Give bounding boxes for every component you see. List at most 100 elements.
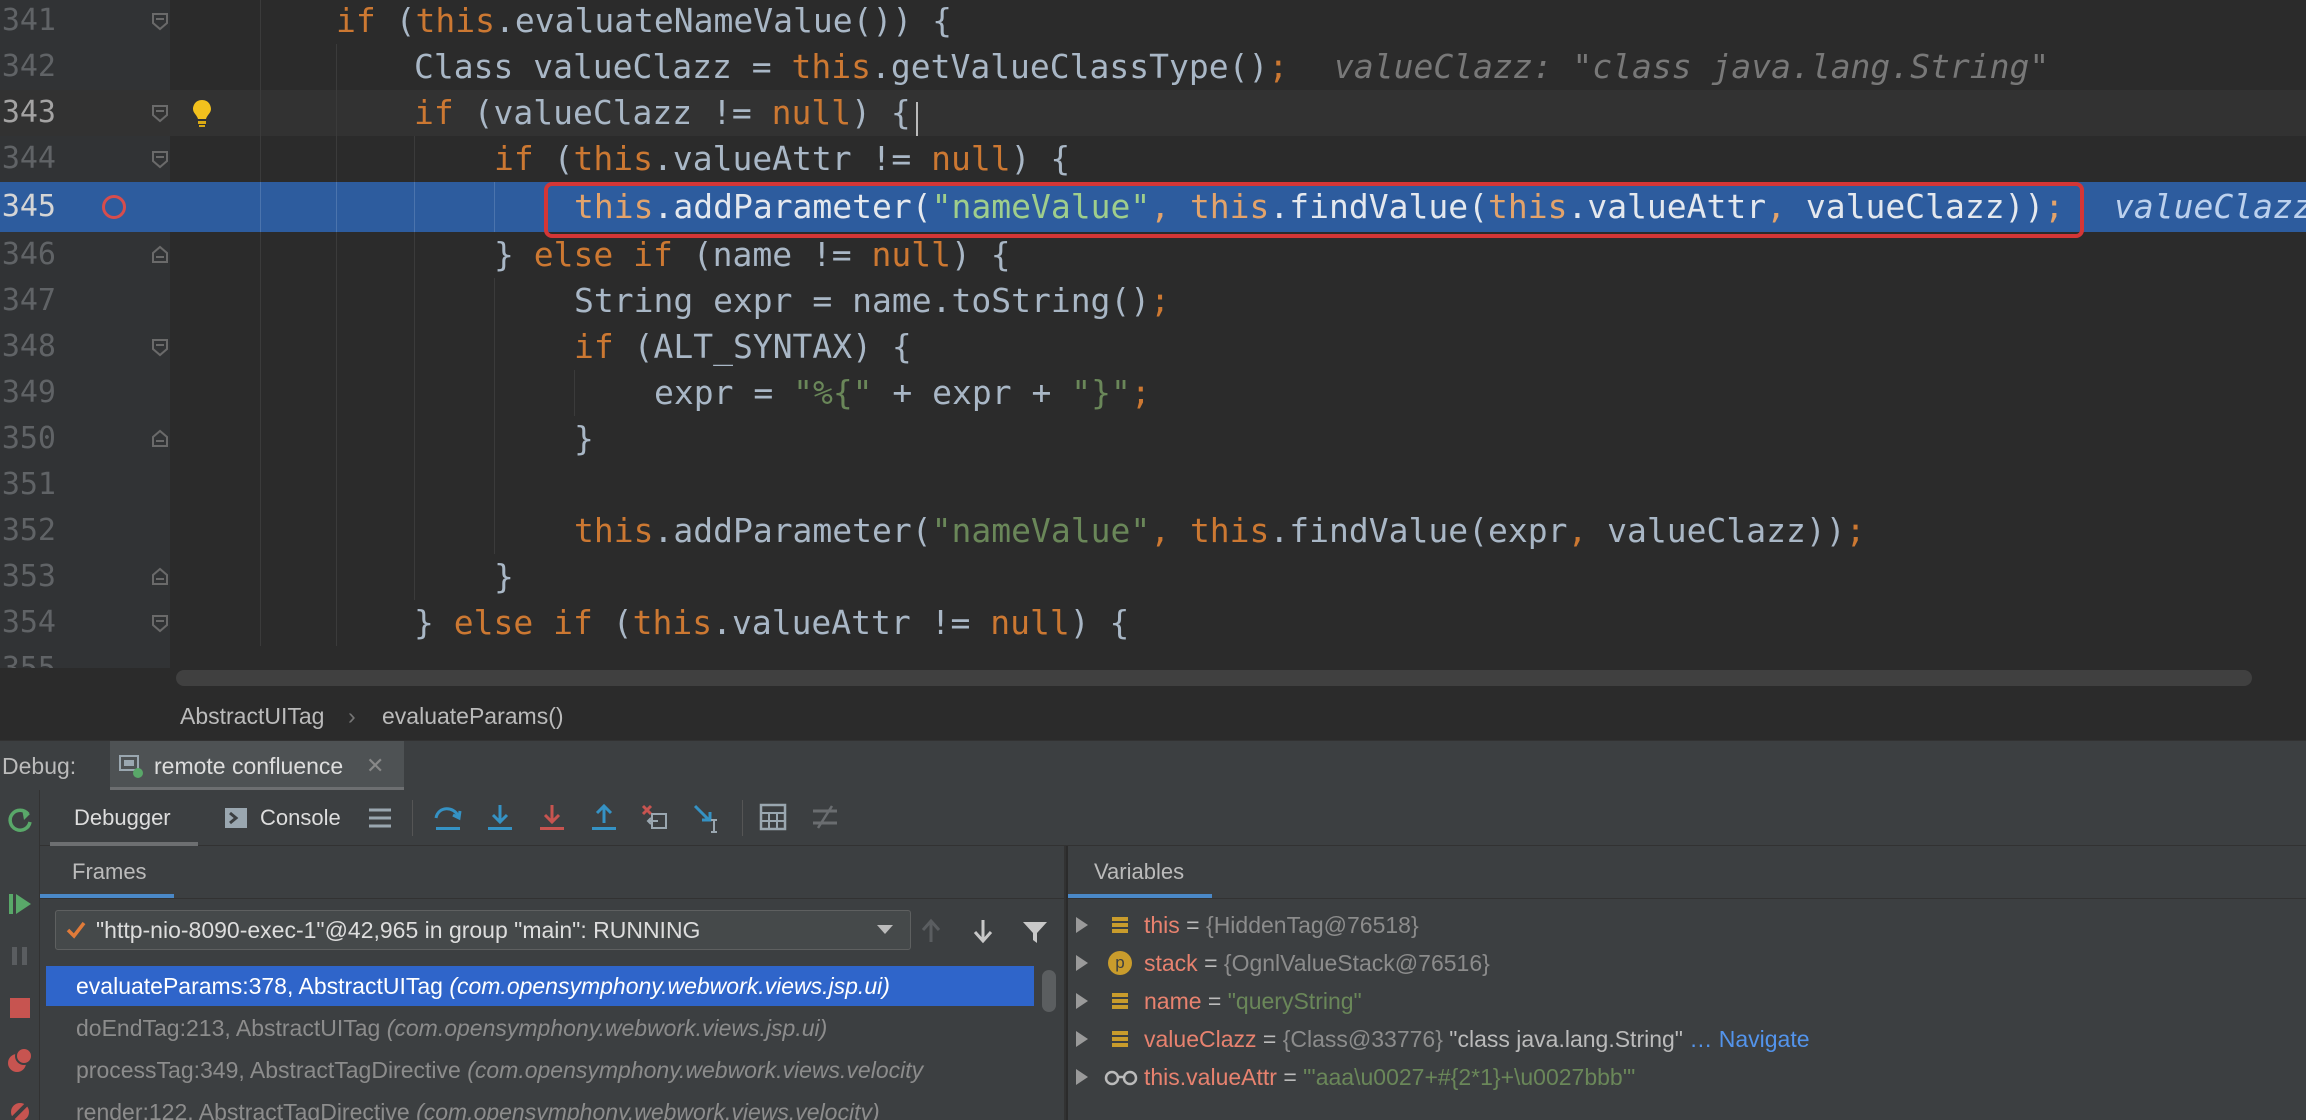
variable-row[interactable]: p stack = {OgnlValueStack@76516} (1068, 944, 2306, 982)
frames-tab[interactable]: Frames (40, 846, 174, 898)
expand-arrow-icon[interactable] (1076, 1069, 1088, 1085)
step-out-icon[interactable] (588, 802, 620, 834)
drop-frame-icon[interactable] (640, 802, 672, 834)
code-line[interactable]: 347 String expr = name.toString(); (0, 278, 2306, 324)
code-line[interactable]: 350 } (0, 416, 2306, 462)
fold-open-icon[interactable] (150, 103, 170, 123)
force-step-into-icon[interactable] (536, 802, 568, 834)
debug-label: Debug: (2, 753, 77, 779)
breakpoint-icon[interactable] (102, 195, 126, 219)
frames-scrollbar[interactable] (1042, 970, 1056, 1012)
pause-icon[interactable] (6, 942, 34, 970)
code-line[interactable]: 353 } (0, 554, 2306, 600)
code-text: } else if (this.valueAttr != null) { (414, 603, 1130, 642)
fold-close-icon[interactable] (150, 245, 170, 265)
variable-row[interactable]: this = {HiddenTag@76518} (1068, 906, 2306, 944)
expand-arrow-icon[interactable] (1076, 1031, 1088, 1047)
frames-panel: Frames "http-nio-8090-exec-1"@42,965 in … (40, 846, 1066, 1120)
code-text: this.addParameter("nameValue", this.find… (574, 511, 1866, 550)
variable-row[interactable]: name = "queryString" (1068, 982, 2306, 1020)
frame-row[interactable]: render:122, AbstractTagDirective (com.op… (46, 1092, 1034, 1120)
check-icon (66, 921, 86, 939)
expand-arrow-icon[interactable] (1076, 917, 1088, 933)
resume-icon[interactable] (6, 890, 34, 918)
code-line[interactable]: 341 if (this.evaluateNameValue()) { (0, 0, 2306, 44)
code-line[interactable]: 349 expr = "%{" + expr + "}"; (0, 370, 2306, 416)
fold-close-icon[interactable] (150, 429, 170, 449)
line-number: 341 (1, 3, 56, 38)
breadcrumb-method[interactable]: evaluateParams() (382, 692, 564, 740)
line-number: 347 (1, 283, 56, 318)
frame-row[interactable]: evaluateParams:378, AbstractUITag (com.o… (46, 966, 1034, 1006)
code-editor[interactable]: 341 if (this.evaluateNameValue()) { 342 … (0, 0, 2306, 668)
code-line[interactable]: 354 } else if (this.valueAttr != null) { (0, 600, 2306, 646)
view-breakpoints-icon[interactable] (6, 1046, 34, 1074)
line-number: 354 (1, 605, 56, 640)
frame-row[interactable]: processTag:349, AbstractTagDirective (co… (46, 1050, 1034, 1090)
session-name: remote confluence (154, 753, 344, 779)
previous-frame-icon[interactable] (920, 918, 942, 944)
field-icon (1112, 993, 1128, 1009)
code-text: } (494, 557, 514, 596)
evaluate-expression-icon[interactable] (758, 802, 788, 832)
navigate-link[interactable]: … Navigate (1683, 1026, 1809, 1052)
run-to-cursor-icon[interactable] (692, 802, 724, 834)
stop-icon[interactable] (6, 994, 34, 1022)
mute-breakpoints-icon[interactable] (6, 1096, 34, 1120)
tab-debugger[interactable]: Debugger (50, 790, 198, 846)
close-tab-icon[interactable]: ✕ (366, 741, 384, 791)
fold-open-icon[interactable] (150, 337, 170, 357)
variable-row[interactable]: this.valueAttr = "'aaa\u0027+#{2*1}+\u00… (1068, 1058, 2306, 1096)
variables-tab[interactable]: Variables (1068, 846, 1212, 898)
field-icon (1112, 1031, 1128, 1047)
fold-open-icon[interactable] (150, 613, 170, 633)
debug-toolbar: Debugger Console (0, 790, 2306, 846)
menu-lines-icon[interactable] (366, 804, 394, 832)
code-text: if (this.valueAttr != null) { (494, 139, 1071, 178)
thread-selector[interactable]: "http-nio-8090-exec-1"@42,965 in group "… (55, 910, 911, 950)
code-line[interactable]: 346 } else if (name != null) { (0, 232, 2306, 278)
code-line[interactable]: 351 (0, 462, 2306, 508)
next-frame-icon[interactable] (972, 918, 994, 944)
filter-icon[interactable] (1022, 920, 1048, 944)
tab-console[interactable]: Console (220, 790, 350, 846)
line-number: 345 (1, 189, 56, 224)
code-text: expr = "%{" + expr + "}"; (654, 373, 1151, 412)
fold-close-icon[interactable] (150, 567, 170, 587)
chevron-down-icon (877, 925, 893, 934)
code-line-current[interactable]: 343 if (valueClazz != null) { (0, 90, 2306, 136)
code-text: if (valueClazz != null) { (414, 93, 911, 132)
code-line[interactable]: 352 this.addParameter("nameValue", this.… (0, 508, 2306, 554)
fold-open-icon[interactable] (150, 149, 170, 169)
inline-debug-value: valueClazz (2114, 187, 2306, 226)
console-icon (225, 808, 247, 828)
fold-open-icon[interactable] (150, 11, 170, 31)
trace-icon[interactable] (810, 802, 840, 832)
line-number: 344 (1, 141, 56, 176)
editor-horizontal-scrollbar[interactable] (176, 670, 2252, 686)
parameter-icon: p (1108, 951, 1132, 975)
code-line[interactable]: 342 Class valueClazz = this.getValueClas… (0, 44, 2306, 90)
code-line[interactable]: 355 (0, 646, 2306, 668)
expand-arrow-icon[interactable] (1076, 993, 1088, 1009)
line-number: 350 (1, 421, 56, 456)
code-text: if (this.evaluateNameValue()) { (336, 1, 952, 40)
breadcrumb-separator: › (348, 703, 356, 729)
line-number: 353 (1, 559, 56, 594)
expand-arrow-icon[interactable] (1076, 955, 1088, 971)
step-into-icon[interactable] (484, 802, 516, 834)
rerun-icon[interactable] (6, 806, 34, 834)
variable-row[interactable]: valueClazz = {Class@33776} "class java.l… (1068, 1020, 2306, 1058)
line-number: 351 (1, 467, 56, 502)
lightbulb-icon[interactable] (191, 98, 213, 128)
code-line[interactable]: 348 if (ALT_SYNTAX) { (0, 324, 2306, 370)
line-number: 343 (1, 95, 56, 130)
code-line[interactable]: 344 if (this.valueAttr != null) { (0, 136, 2306, 182)
frame-row[interactable]: doEndTag:213, AbstractUITag (com.opensym… (46, 1008, 1034, 1048)
breadcrumb-class[interactable]: AbstractUITag (180, 692, 324, 740)
step-over-icon[interactable] (432, 802, 464, 834)
line-number: 349 (1, 375, 56, 410)
code-text: } (574, 419, 594, 458)
code-text: String expr = name.toString(); (574, 281, 1171, 320)
session-tab[interactable]: remote confluence ✕ (110, 741, 404, 791)
